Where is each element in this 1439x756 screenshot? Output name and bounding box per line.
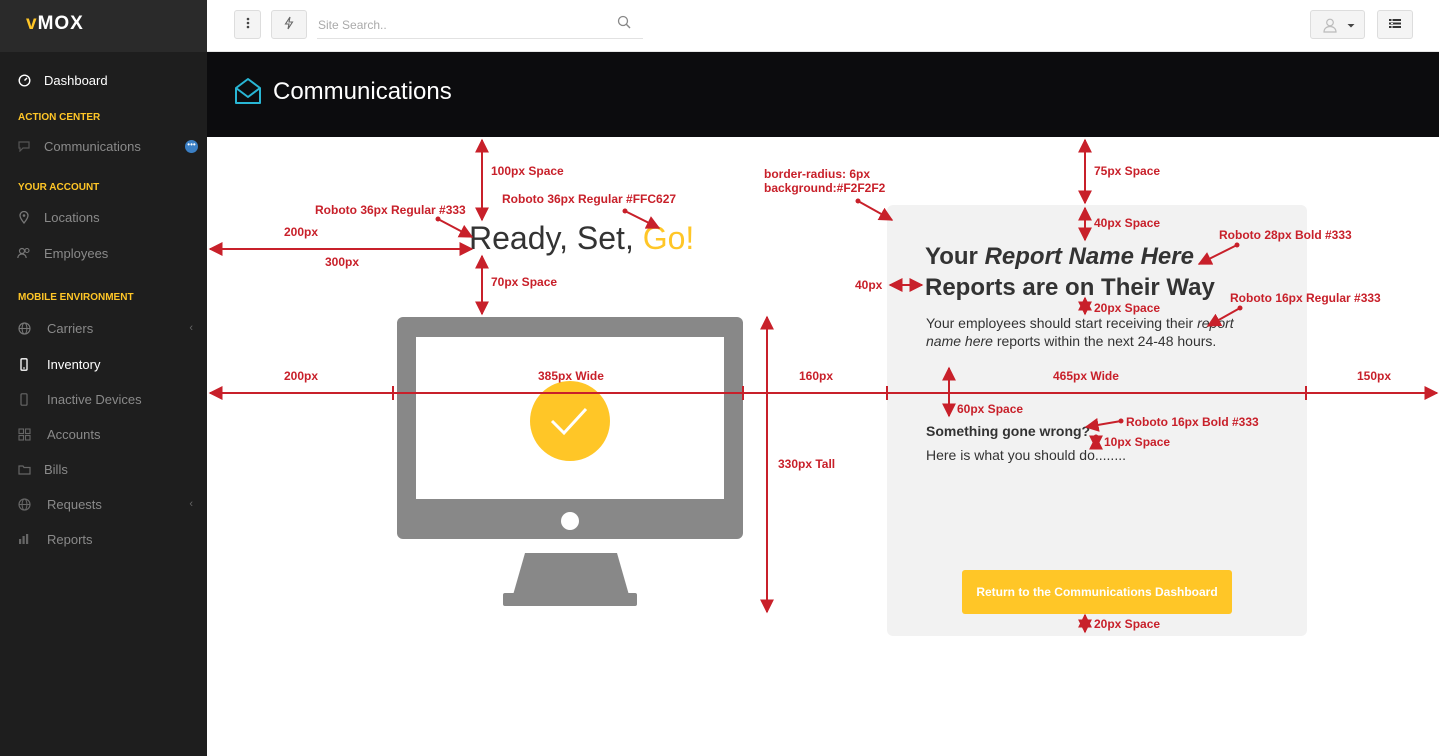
annotation-label: 385px Wide [538, 369, 604, 383]
annotation-label: 465px Wide [1053, 369, 1119, 383]
annotation-label: Roboto 16px Regular #333 [1230, 291, 1381, 305]
annotation-label: 150px [1357, 369, 1392, 383]
annotation-label: border-radius: 6px [764, 167, 871, 181]
annotation-label: 160px [799, 369, 834, 383]
annotation-label: 40px [855, 278, 883, 292]
annotation-label: 200px [284, 225, 319, 239]
annotation-label: 20px Space [1094, 301, 1161, 315]
annotation-lines [208, 138, 1439, 634]
annotation-label: 200px [284, 369, 319, 383]
annotation-label: 60px Space [957, 402, 1024, 416]
annotation-label: background:#F2F2F2 [764, 181, 886, 195]
annotation-label: Roboto 28px Bold #333 [1219, 228, 1352, 242]
annotation-label: 100px Space [491, 164, 564, 178]
annotation-label: Roboto 36px Regular #FFC627 [502, 192, 677, 206]
annotation-label: 330px Tall [778, 457, 836, 471]
annotation-label: 40px Space [1094, 216, 1161, 230]
annotation-label: 10px Space [1104, 435, 1171, 449]
annotation-label: Roboto 16px Bold #333 [1126, 415, 1259, 429]
annotation-label: 75px Space [1094, 164, 1161, 178]
annotation-label: 70px Space [491, 275, 558, 289]
annotation-label: 300px [325, 255, 360, 269]
annotation-label: Roboto 36px Regular #333 [315, 203, 466, 217]
annotation-label: 20px Space [1094, 617, 1161, 631]
